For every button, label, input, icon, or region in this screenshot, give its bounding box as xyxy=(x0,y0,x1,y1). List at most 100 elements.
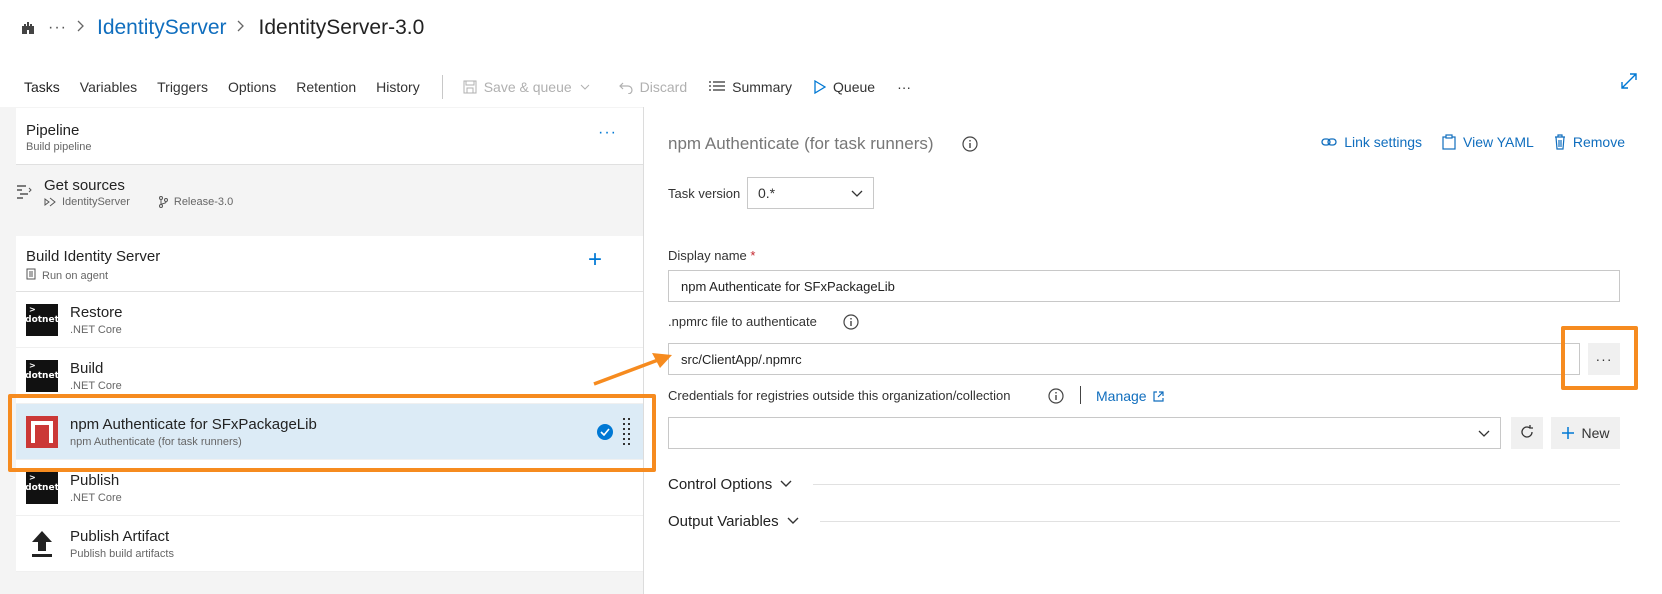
discard-button[interactable]: Discard xyxy=(618,79,688,95)
tab-tasks[interactable]: Tasks xyxy=(24,72,60,110)
task-name: Publish xyxy=(70,471,120,489)
queue-label: Queue xyxy=(833,79,876,95)
phase-subtitle: Run on agent xyxy=(26,268,108,283)
chevron-down-icon xyxy=(580,84,590,90)
dotnet-icon: dotnet xyxy=(25,471,59,504)
tab-history[interactable]: History xyxy=(376,72,420,102)
refresh-button[interactable] xyxy=(1511,417,1543,449)
chevron-down-icon xyxy=(851,185,863,201)
task-name: Build xyxy=(70,359,104,377)
remove-label: Remove xyxy=(1572,134,1625,150)
highlight-box-browse xyxy=(1561,326,1638,390)
breadcrumb: ··· IdentityServer IdentityServer-3.0 xyxy=(18,12,424,44)
summary-button[interactable]: Summary xyxy=(709,79,792,95)
discard-label: Discard xyxy=(639,79,688,95)
chevron-down-icon xyxy=(1478,425,1490,441)
expand-icon[interactable] xyxy=(1620,72,1638,90)
link-settings-button[interactable]: Link settings xyxy=(1321,134,1422,150)
get-sources-icon xyxy=(16,184,32,200)
display-name-label: Display name * xyxy=(668,248,755,263)
task-name: Restore xyxy=(70,303,123,321)
chevron-right-icon xyxy=(77,19,85,37)
manage-label: Manage xyxy=(1096,388,1147,404)
info-icon[interactable] xyxy=(962,136,978,155)
page-title: IdentityServer-3.0 xyxy=(258,16,425,39)
chevron-down-icon xyxy=(787,517,799,525)
npmrc-path-input[interactable] xyxy=(668,343,1580,375)
repo-icon xyxy=(44,197,56,207)
task-detail-title: npm Authenticate (for task runners) xyxy=(668,134,934,153)
queue-button[interactable]: Queue xyxy=(814,79,875,95)
list-icon xyxy=(709,81,726,93)
display-name-input[interactable] xyxy=(668,270,1620,302)
credentials-select[interactable] xyxy=(668,417,1501,449)
repo-name: IdentityServer xyxy=(62,196,130,208)
control-options-label: Control Options xyxy=(668,475,773,493)
pipeline-title: Pipeline xyxy=(26,122,80,139)
task-type: Publish build artifacts xyxy=(70,547,174,560)
divider xyxy=(1080,386,1081,404)
section-divider xyxy=(820,521,1620,522)
new-service-connection-button[interactable]: New xyxy=(1551,417,1620,449)
task-item-restore[interactable]: dotnet Restore .NET Core xyxy=(16,292,643,348)
pipeline-header[interactable] xyxy=(16,108,643,165)
task-actions: Link settings View YAML Remove xyxy=(1301,132,1625,152)
task-version-select[interactable]: 0.* xyxy=(747,177,874,209)
castle-icon[interactable] xyxy=(18,18,38,38)
output-variables-label: Output Variables xyxy=(668,512,779,530)
save-icon xyxy=(463,80,477,94)
save-queue-button[interactable]: Save & queue xyxy=(463,79,597,95)
get-sources-title[interactable]: Get sources xyxy=(44,177,125,194)
undo-icon xyxy=(618,80,633,94)
task-name: Publish Artifact xyxy=(70,527,170,545)
add-task-button[interactable]: + xyxy=(588,248,602,272)
task-item-publish-artifact[interactable]: Publish Artifact Publish build artifacts xyxy=(16,516,643,572)
plus-icon xyxy=(1561,426,1575,440)
chevron-right-icon xyxy=(237,19,245,37)
toolbar: Tasks Variables Triggers Options Retenti… xyxy=(24,72,933,110)
npmrc-label: .npmrc file to authenticate xyxy=(668,314,817,329)
breadcrumb-more[interactable]: ··· xyxy=(48,19,67,37)
control-options-section[interactable]: Control Options xyxy=(668,474,792,494)
agent-icon xyxy=(26,268,36,283)
more-actions-button[interactable]: ··· xyxy=(897,79,911,95)
trash-icon xyxy=(1554,134,1566,150)
display-name-label-text: Display name xyxy=(668,248,747,263)
section-divider xyxy=(813,484,1620,485)
link-settings-label: Link settings xyxy=(1344,134,1423,150)
view-yaml-button[interactable]: View YAML xyxy=(1442,134,1534,150)
tab-retention[interactable]: Retention xyxy=(296,72,356,102)
task-version-value: 0.* xyxy=(758,185,776,201)
chevron-down-icon xyxy=(780,480,792,488)
dotnet-icon: dotnet xyxy=(25,303,59,336)
upload-arrow-icon xyxy=(26,528,58,560)
branch-icon xyxy=(158,196,168,208)
toolbar-divider xyxy=(441,75,443,99)
pipeline-more-button[interactable]: ··· xyxy=(598,124,617,142)
required-mark: * xyxy=(750,248,756,263)
breadcrumb-project-link[interactable]: IdentityServer xyxy=(97,16,227,40)
tab-options[interactable]: Options xyxy=(228,72,276,102)
pipeline-subtitle: Build pipeline xyxy=(26,141,92,153)
info-icon[interactable] xyxy=(843,314,859,333)
phase-subtitle-text: Run on agent xyxy=(42,269,109,282)
external-link-icon xyxy=(1152,390,1164,402)
output-variables-section[interactable]: Output Variables xyxy=(668,511,799,531)
manage-link[interactable]: Manage xyxy=(1096,388,1164,404)
remove-button[interactable]: Remove xyxy=(1554,134,1625,150)
highlight-box-task xyxy=(8,394,656,472)
task-type: .NET Core xyxy=(70,491,122,504)
task-type: .NET Core xyxy=(70,379,122,392)
branch-name: Release-3.0 xyxy=(173,196,234,208)
phase-title: Build Identity Server xyxy=(26,248,161,265)
tab-triggers[interactable]: Triggers xyxy=(157,72,208,102)
tab-variables[interactable]: Variables xyxy=(80,72,137,102)
credentials-label: Credentials for registries outside this … xyxy=(668,388,1011,403)
save-queue-label: Save & queue xyxy=(483,79,572,95)
dotnet-icon: dotnet xyxy=(25,359,59,392)
clipboard-icon xyxy=(1442,134,1456,150)
refresh-icon xyxy=(1519,424,1535,443)
info-icon[interactable] xyxy=(1048,388,1064,407)
new-label: New xyxy=(1581,425,1610,441)
link-icon xyxy=(1321,136,1337,148)
